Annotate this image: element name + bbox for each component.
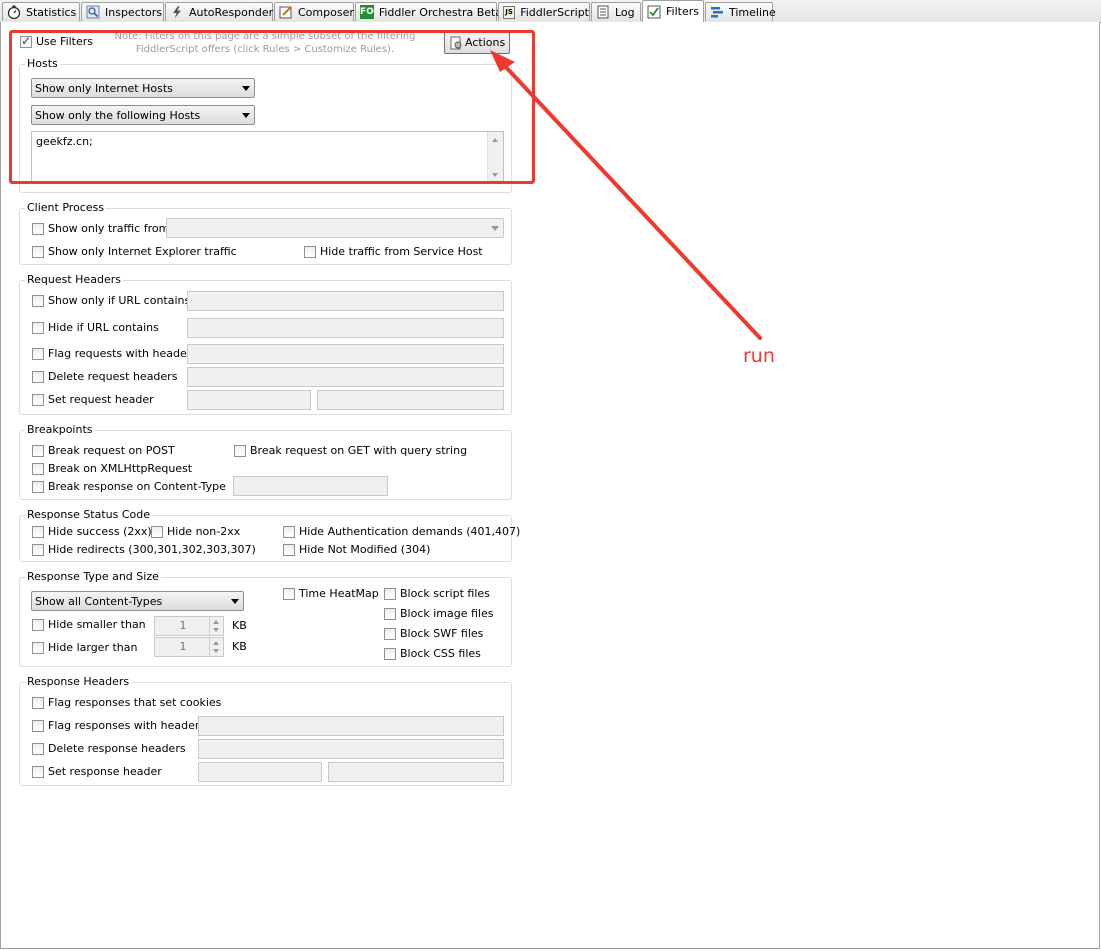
annotation-label: run xyxy=(743,345,775,367)
annotation-arrow xyxy=(490,50,762,340)
